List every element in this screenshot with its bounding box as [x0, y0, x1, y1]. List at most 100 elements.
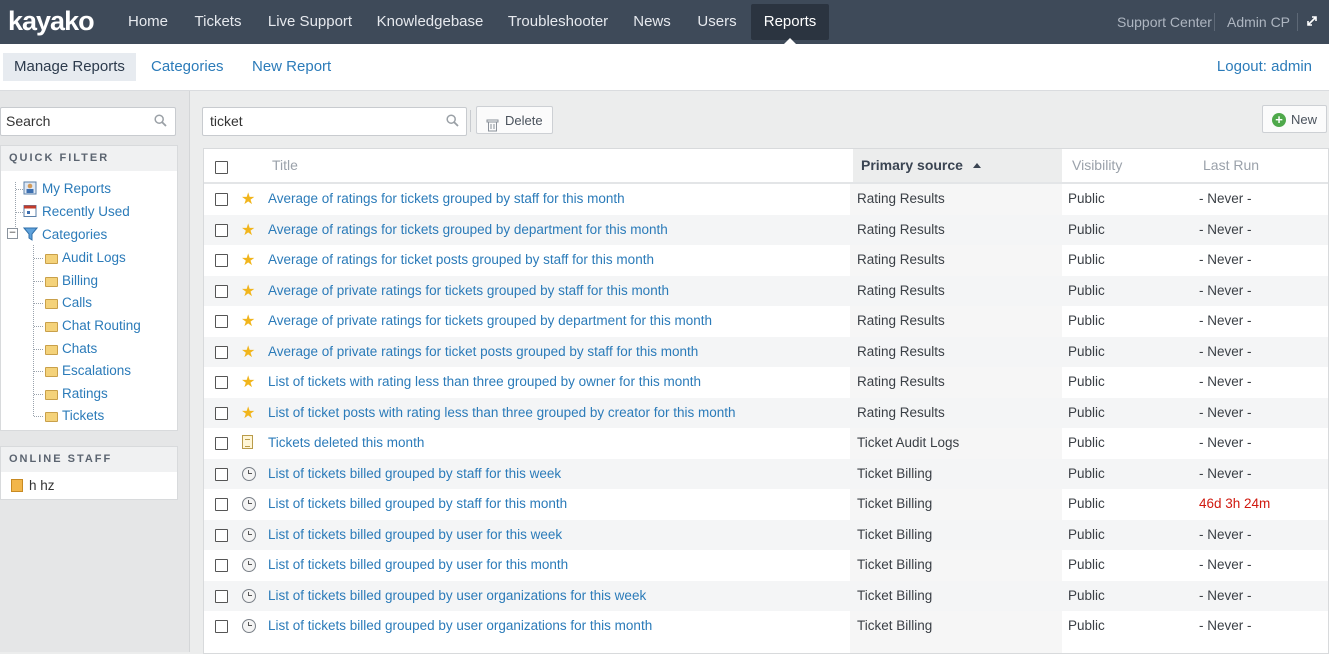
report-title-link[interactable]: Tickets deleted this month [268, 428, 424, 458]
report-title-link[interactable]: List of ticket posts with rating less th… [268, 398, 735, 428]
table-row[interactable]: List of tickets billed grouped by staff … [204, 458, 1328, 489]
quick-filter-categories[interactable]: Categories [22, 225, 108, 245]
table-row[interactable]: List of tickets billed grouped by user f… [204, 550, 1328, 580]
row-checkbox[interactable] [215, 315, 228, 328]
row-checkbox[interactable] [215, 620, 228, 633]
star-icon: ★ [241, 280, 256, 300]
primary-source-cell: Rating Results [857, 191, 945, 206]
column-header-last-run[interactable]: Last Run [1203, 149, 1259, 182]
report-title-link[interactable]: Average of ratings for tickets grouped b… [268, 215, 668, 245]
online-staff-member[interactable]: h hz [11, 476, 55, 496]
category-billing[interactable]: Billing [45, 271, 98, 291]
quick-filter-my-reports[interactable]: My Reports [23, 179, 111, 199]
nav-knowledgebase[interactable]: Knowledgebase [369, 0, 491, 44]
row-checkbox[interactable] [215, 406, 228, 420]
table-row[interactable]: ★ Average of private ratings for tickets … [204, 275, 1328, 306]
table-row[interactable]: ★ Average of ratings for tickets grouped … [204, 214, 1328, 245]
admin-cp-link[interactable]: Admin CP [1227, 0, 1290, 44]
row-checkbox[interactable] [215, 284, 228, 298]
kayako-logo[interactable]: kayako [8, 6, 95, 37]
table-row[interactable]: ★ List of ticket posts with rating less t… [204, 397, 1328, 428]
category-escalations[interactable]: Escalations [45, 361, 131, 381]
report-title-link[interactable]: Average of private ratings for tickets g… [268, 306, 712, 336]
nav-reports[interactable]: Reports [751, 4, 829, 40]
category-chat-routing[interactable]: Chat Routing [45, 316, 141, 336]
delete-button[interactable]: Delete [476, 106, 553, 134]
row-checkbox[interactable] [215, 376, 228, 389]
support-center-link[interactable]: Support Center [1117, 0, 1212, 44]
report-title-link[interactable]: Average of private ratings for ticket po… [268, 337, 698, 367]
star-icon: ★ [241, 189, 256, 208]
search-icon[interactable] [154, 114, 167, 127]
sidebar-search-input[interactable]: Search [0, 107, 176, 136]
last-run-cell: - Never - [1199, 526, 1252, 542]
nav-users[interactable]: Users [688, 0, 746, 44]
table-row[interactable]: ★ Average of private ratings for tickets … [204, 306, 1328, 336]
category-audit-logs[interactable]: Audit Logs [45, 248, 126, 268]
table-row[interactable]: List of tickets billed grouped by user o… [204, 611, 1328, 641]
row-checkbox[interactable] [215, 498, 228, 511]
row-checkbox[interactable] [215, 559, 228, 572]
last-run-cell: 46d 3h 24m [1199, 496, 1271, 511]
nav-troubleshooter[interactable]: Troubleshooter [500, 0, 616, 44]
table-row[interactable]: List of tickets billed grouped by user o… [204, 580, 1328, 611]
category-tickets[interactable]: Tickets [45, 406, 104, 426]
report-search-input[interactable]: ticket [202, 107, 467, 136]
table-row[interactable]: ★ Average of ratings for tickets grouped … [204, 184, 1328, 214]
search-icon[interactable] [446, 114, 459, 127]
row-checkbox[interactable] [215, 528, 228, 542]
column-header-visibility[interactable]: Visibility [1072, 149, 1122, 182]
row-checkbox[interactable] [215, 437, 228, 450]
report-title-link[interactable]: Average of private ratings for tickets g… [268, 276, 669, 306]
column-header-primary-source[interactable]: Primary source [853, 149, 1062, 182]
category-ratings[interactable]: Ratings [45, 384, 108, 404]
row-checkbox[interactable] [215, 193, 228, 206]
nav-news[interactable]: News [626, 0, 678, 44]
tab-manage-reports[interactable]: Manage Reports [3, 53, 136, 81]
report-title-link[interactable]: List of tickets billed grouped by user o… [268, 581, 646, 611]
report-title-link[interactable]: List of tickets with rating less than th… [268, 367, 701, 397]
tab-new-report[interactable]: New Report [241, 53, 342, 81]
table-row[interactable]: List of tickets billed grouped by staff … [204, 489, 1328, 519]
table-row[interactable]: ★ Average of private ratings for ticket p… [204, 336, 1328, 367]
logout-link[interactable]: Logout: admin [1217, 53, 1312, 81]
nav-live-support[interactable]: Live Support [259, 0, 361, 44]
category-calls[interactable]: Calls [45, 293, 92, 313]
table-row[interactable]: ★ List of tickets with rating less than t… [204, 367, 1328, 397]
row-checkbox[interactable] [215, 254, 228, 267]
categories-label: Categories [42, 227, 108, 242]
report-title-link[interactable]: Average of ratings for tickets grouped b… [268, 184, 625, 214]
category-chats[interactable]: Chats [45, 339, 97, 359]
trash-icon [486, 114, 499, 142]
primary-source-cell: Ticket Billing [857, 587, 933, 603]
category-label: Calls [62, 295, 93, 310]
collapse-toggle-icon[interactable]: − [7, 228, 18, 239]
table-row[interactable]: Tickets deleted this month Ticket Audit L… [204, 428, 1328, 458]
select-all-checkbox[interactable] [215, 161, 228, 174]
toolbar-divider [470, 110, 471, 132]
report-title-link[interactable]: List of tickets billed grouped by user f… [268, 520, 562, 550]
sidebar-search-value: Search [6, 113, 51, 129]
table-row[interactable]: ★ Average of ratings for ticket posts gro… [204, 245, 1328, 275]
tab-categories[interactable]: Categories [140, 53, 235, 81]
primary-source-cell: Rating Results [857, 343, 945, 359]
tree-line [16, 189, 23, 190]
report-title-link[interactable]: List of tickets billed grouped by staff … [268, 489, 567, 519]
row-checkbox[interactable] [215, 467, 228, 481]
column-header-title[interactable]: Title [272, 149, 298, 182]
expand-icon[interactable] [1306, 15, 1318, 27]
report-title-link[interactable]: Average of ratings for ticket posts grou… [268, 245, 654, 275]
nav-tickets[interactable]: Tickets [184, 0, 252, 44]
delete-button-label: Delete [505, 113, 543, 128]
report-title-link[interactable]: List of tickets billed grouped by user o… [268, 611, 652, 641]
row-checkbox[interactable] [215, 589, 228, 603]
nav-home[interactable]: Home [118, 0, 178, 44]
row-checkbox[interactable] [215, 345, 228, 359]
row-checkbox[interactable] [215, 223, 228, 237]
new-button[interactable]: + New [1262, 105, 1327, 133]
table-row[interactable]: List of tickets billed grouped by user f… [204, 519, 1328, 550]
quick-filter-recently-used[interactable]: Recently Used [23, 202, 130, 222]
report-title-link[interactable]: List of tickets billed grouped by staff … [268, 459, 561, 489]
report-title-link[interactable]: List of tickets billed grouped by user f… [268, 550, 568, 580]
category-label: Chat Routing [62, 318, 141, 333]
